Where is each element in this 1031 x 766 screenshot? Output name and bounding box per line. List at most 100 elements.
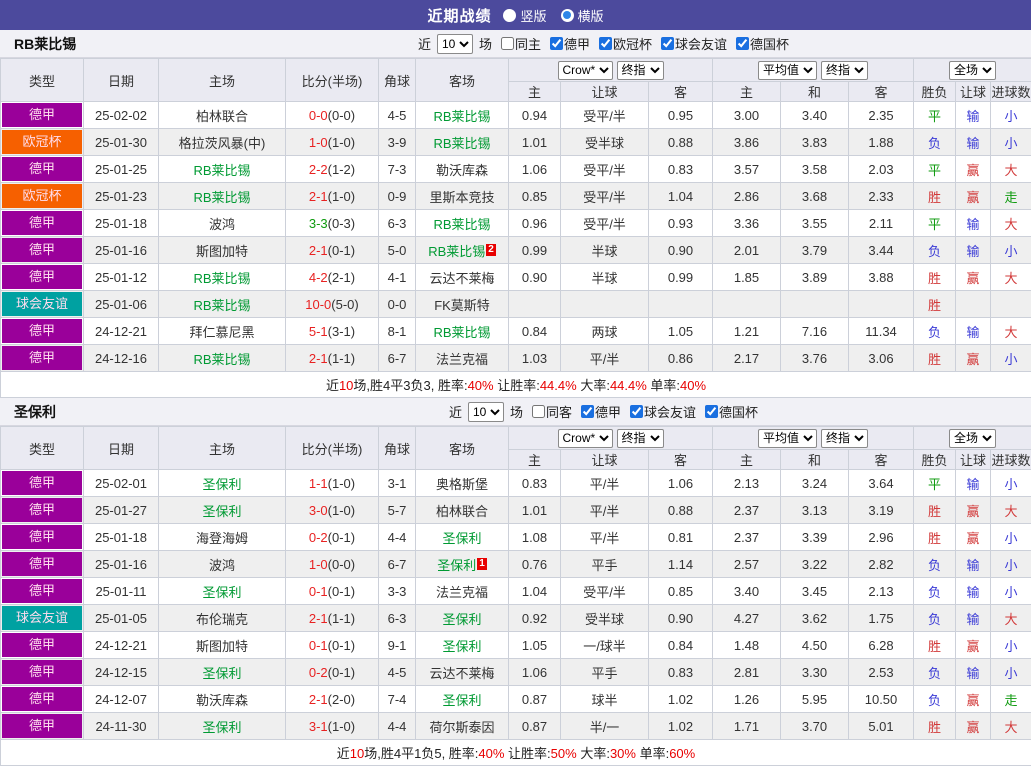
home-team-name[interactable]: RB莱比锡	[193, 163, 250, 178]
result-goals: 小	[991, 129, 1031, 156]
same-venue-checkbox[interactable]	[501, 37, 514, 50]
league-type-cell: 德甲	[1, 551, 84, 578]
corner-count: 4-4	[379, 713, 416, 740]
same-venue-label-text: 同客	[546, 402, 572, 421]
league-filter-德国杯[interactable]: 德国杯	[730, 34, 789, 53]
league-checkbox[interactable]	[661, 37, 674, 50]
league-type-cell: 德甲	[1, 659, 84, 686]
odds-provider-select[interactable]: Crow*	[558, 429, 613, 448]
avg-odds-select[interactable]: 平均值	[758, 61, 817, 80]
crow-away-odds: 0.93	[649, 210, 713, 237]
sub-column-header: 主	[509, 450, 561, 470]
avg-stage-select[interactable]: 终指	[821, 61, 868, 80]
recent-count-select[interactable]: 10	[437, 34, 473, 54]
league-checkbox[interactable]	[736, 37, 749, 50]
crow-home-odds: 0.83	[509, 470, 561, 497]
crow-home-odds: 0.85	[509, 183, 561, 210]
crow-handicap	[561, 291, 649, 318]
radio-horizontal-icon[interactable]	[561, 9, 574, 22]
avg-home-odds: 2.37	[713, 524, 781, 551]
recent-count-select[interactable]: 10	[468, 402, 504, 422]
result-text: 输	[967, 325, 980, 340]
home-team-name[interactable]: RB莱比锡	[193, 298, 250, 313]
same-venue-checkbox[interactable]	[532, 405, 545, 418]
same-venue-checkbox-label[interactable]: 同主	[495, 34, 541, 53]
half-time-score: (0-1)	[328, 530, 355, 545]
home-team-name[interactable]: 圣保利	[202, 720, 241, 735]
avg-away-odds: 2.33	[849, 183, 914, 210]
away-team-name[interactable]: RB莱比锡	[433, 136, 490, 151]
result-text: 输	[967, 136, 980, 151]
league-filter-欧冠杯[interactable]: 欧冠杯	[593, 34, 652, 53]
home-team-name[interactable]: 圣保利	[202, 585, 241, 600]
corner-count: 0-0	[379, 291, 416, 318]
score-cell: 2-1(1-0)	[286, 183, 379, 210]
odds-provider-select[interactable]: Crow*	[558, 61, 613, 80]
result-goals: 小	[991, 578, 1031, 605]
league-filter-德国杯[interactable]: 德国杯	[699, 402, 758, 421]
full-match-select[interactable]: 全场	[949, 61, 996, 80]
league-badge: 德甲	[2, 211, 82, 235]
league-filter-label: 球会友谊	[675, 34, 727, 53]
away-team-name[interactable]: 圣保利	[442, 639, 481, 654]
avg-draw-odds: 3.45	[781, 578, 849, 605]
home-team-name[interactable]: 圣保利	[202, 477, 241, 492]
summary-part: 10	[339, 378, 353, 393]
avg-odds-select[interactable]: 平均值	[758, 429, 817, 448]
match-date: 25-01-25	[84, 156, 159, 183]
crow-handicap: 受平/半	[561, 578, 649, 605]
result-text: 走	[1005, 190, 1018, 205]
half-time-score: (0-1)	[328, 243, 355, 258]
same-venue-checkbox-label[interactable]: 同客	[526, 402, 572, 421]
away-team-name[interactable]: RB莱比锡	[428, 244, 485, 259]
full-match-select[interactable]: 全场	[949, 429, 996, 448]
radio-vertical-icon[interactable]	[503, 9, 516, 22]
match-row: 德甲24-12-07勒沃库森2-1(2-0)7-4圣保利0.87球半1.021.…	[1, 686, 1031, 713]
layout-option-horizontal[interactable]: 横版	[561, 6, 604, 25]
away-team-name[interactable]: RB莱比锡	[433, 325, 490, 340]
away-team-name[interactable]: 圣保利	[437, 558, 476, 573]
league-checkbox[interactable]	[705, 405, 718, 418]
result-goals: 大	[991, 264, 1031, 291]
layout-option-vertical[interactable]: 竖版	[503, 6, 546, 25]
match-row: 德甲25-02-01圣保利1-1(1-0)3-1奥格斯堡0.83平/半1.062…	[1, 470, 1031, 497]
home-team-name[interactable]: 圣保利	[202, 666, 241, 681]
away-team-name[interactable]: RB莱比锡	[433, 109, 490, 124]
away-team-name[interactable]: 圣保利	[442, 612, 481, 627]
summary-part: 44.4%	[610, 378, 647, 393]
avg-stage-select[interactable]: 终指	[821, 429, 868, 448]
corner-count: 7-4	[379, 686, 416, 713]
league-type-cell: 德甲	[1, 632, 84, 659]
league-checkbox[interactable]	[599, 37, 612, 50]
home-team: 圣保利	[159, 713, 286, 740]
home-team-name[interactable]: RB莱比锡	[193, 190, 250, 205]
away-team: 里斯本竞技	[416, 183, 509, 210]
avg-draw-odds: 3.40	[781, 102, 849, 129]
corner-count: 6-7	[379, 345, 416, 372]
league-filter-德甲[interactable]: 德甲	[544, 34, 590, 53]
away-team-name[interactable]: 圣保利	[442, 531, 481, 546]
away-team: RB莱比锡	[416, 102, 509, 129]
away-team: 圣保利	[416, 524, 509, 551]
odds-stage-select[interactable]: 终指	[617, 61, 664, 80]
result-handicap: 输	[956, 605, 991, 632]
home-team-name[interactable]: RB莱比锡	[193, 352, 250, 367]
full-time-score: 0-0	[309, 108, 328, 123]
odds-stage-select[interactable]: 终指	[617, 429, 664, 448]
result-text: 赢	[967, 720, 980, 735]
league-filter-德甲[interactable]: 德甲	[575, 402, 621, 421]
league-filter-球会友谊[interactable]: 球会友谊	[655, 34, 727, 53]
league-checkbox[interactable]	[550, 37, 563, 50]
home-team-name[interactable]: 圣保利	[202, 504, 241, 519]
league-checkbox[interactable]	[630, 405, 643, 418]
league-checkbox[interactable]	[581, 405, 594, 418]
away-team-name[interactable]: RB莱比锡	[433, 217, 490, 232]
away-team-name[interactable]: 圣保利	[442, 693, 481, 708]
summary-part: 让胜率:	[494, 378, 540, 393]
home-team-name[interactable]: RB莱比锡	[193, 271, 250, 286]
league-filter-球会友谊[interactable]: 球会友谊	[624, 402, 696, 421]
result-text: 负	[928, 244, 941, 259]
half-time-score: (0-3)	[328, 216, 355, 231]
avg-home-odds: 3.36	[713, 210, 781, 237]
corner-count: 4-5	[379, 102, 416, 129]
